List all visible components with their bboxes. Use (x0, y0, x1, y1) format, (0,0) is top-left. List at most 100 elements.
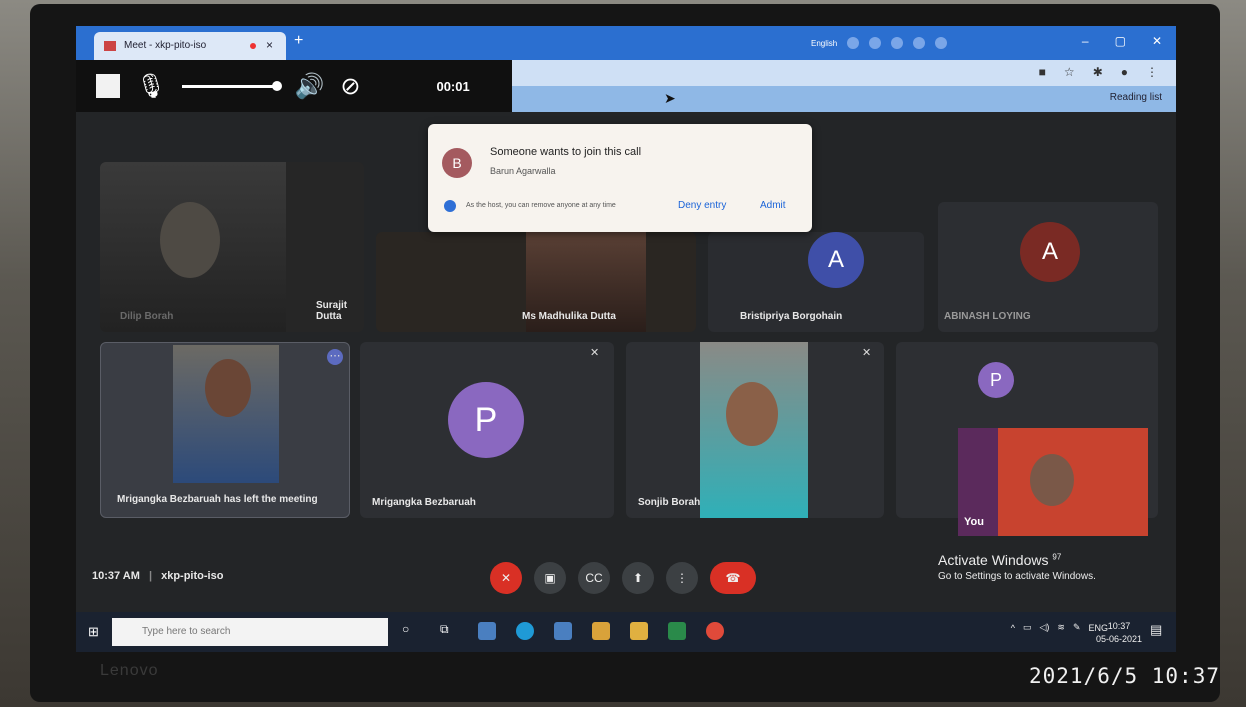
volume-slider[interactable] (182, 80, 283, 91)
extension-tray: English (811, 34, 948, 52)
participant-name: ABINASH LOYING (944, 311, 1031, 322)
extension-icon[interactable] (913, 37, 926, 49)
window-controls: – ▢ ✕ (1082, 34, 1162, 48)
new-tab-button[interactable]: + (294, 32, 303, 50)
extension-icon[interactable] (847, 37, 860, 49)
extension-icon[interactable] (935, 37, 948, 49)
taskbar-apps: ○ ⧉ (402, 622, 724, 640)
chrome-icon[interactable] (706, 622, 724, 640)
participant-name: Ms Madhulika Dutta (522, 311, 616, 322)
photo-timestamp: 2021/6/5 10:37 (1028, 664, 1220, 688)
muted-mic-icon: ✕ (862, 347, 872, 359)
edge-icon[interactable] (516, 622, 534, 640)
participant-name: Bristipriya Borgohain (740, 311, 843, 322)
profile-avatar-icon[interactable]: ● (1121, 65, 1128, 79)
language-label[interactable]: English (811, 39, 837, 48)
pen-icon[interactable]: ✎ (1073, 622, 1081, 633)
camera-off-icon[interactable]: ⊘ (340, 72, 360, 101)
extension-icon[interactable] (869, 37, 882, 49)
notification-text: Mrigangka Bezbaruah has left the meeting (117, 494, 318, 505)
participant-avatar: P (448, 382, 524, 458)
toolbar-icons: ■ ☆ ✱ ● ⋮ (1039, 65, 1158, 79)
requester-avatar: B (442, 148, 472, 178)
media-control-bar: 🎙 🔊 ⊘ 00:01 (76, 60, 512, 112)
activate-windows-title: Activate Windows 97 (938, 552, 1062, 568)
tab-title: Meet - xkp-pito-iso (124, 40, 207, 51)
volume-icon[interactable]: ◁) (1039, 622, 1049, 633)
participant-face (160, 202, 220, 278)
more-options-icon[interactable]: ⋮ (666, 562, 698, 594)
participant-tile[interactable]: ⋯ Mrigangka Bezbaruah has left the meeti… (100, 342, 350, 518)
more-menu-icon[interactable]: ⋮ (1146, 65, 1158, 79)
meeting-separator: | (148, 570, 153, 582)
extensions-puzzle-icon[interactable]: ✱ (1093, 65, 1103, 79)
present-screen-icon[interactable]: ⬆ (622, 562, 654, 594)
meeting-info: 10:37 AM | xkp-pito-iso (92, 570, 223, 582)
meet-favicon-icon (104, 41, 116, 51)
participant-name: Surajit Dutta (316, 300, 348, 322)
chevron-up-icon[interactable]: ^ (1011, 623, 1015, 633)
taskbar-clock[interactable]: 10:37 05-06-2021 (1096, 620, 1142, 646)
windows-start-icon[interactable]: ⊞ (88, 624, 104, 640)
participant-avatar: P (978, 362, 1014, 398)
close-icon[interactable]: ✕ (1152, 34, 1162, 48)
deny-entry-button[interactable]: Deny entry (678, 200, 726, 211)
brand-logo: Lenovo (100, 662, 159, 679)
activate-windows-subtitle: Go to Settings to activate Windows. (938, 571, 1096, 582)
requester-name: Barun Agarwalla (490, 166, 556, 176)
notification-badge: 97 (1052, 552, 1062, 562)
shield-icon (444, 200, 456, 212)
reading-list-button[interactable]: Reading list (1110, 92, 1162, 103)
mouse-pointer-icon: ➤ (664, 90, 676, 106)
recording-dot-icon (250, 43, 256, 49)
participant-face (726, 382, 778, 446)
battery-icon[interactable]: ▭ (1023, 622, 1032, 633)
host-note: As the host, you can remove anyone at an… (466, 202, 616, 209)
minimize-icon[interactable]: – (1082, 34, 1089, 48)
participant-tile[interactable]: Dilip Borah Surajit Dutta (100, 162, 364, 332)
participant-tile[interactable]: Ms Madhulika Dutta (376, 232, 696, 332)
activate-windows-watermark: Activate Windows 97 Go to Settings to ac… (938, 552, 1096, 582)
task-view-icon[interactable]: ⧉ (440, 622, 458, 640)
self-view[interactable]: You (958, 428, 1148, 536)
participant-avatar: A (1020, 222, 1080, 282)
browser-tab[interactable]: Meet - xkp-pito-iso × (94, 32, 286, 60)
meeting-code: xkp-pito-iso (161, 570, 224, 582)
call-controls: ✕ ▣ CC ⬆ ⋮ ☎ (490, 562, 756, 594)
captions-icon[interactable]: CC (578, 562, 610, 594)
notification-center-icon[interactable]: ▤ (1150, 622, 1168, 640)
clock-time: 10:37 (1107, 621, 1131, 631)
tab-close-button[interactable]: × (266, 38, 273, 52)
microphone-icon[interactable]: 🎙 (136, 72, 166, 101)
participant-avatar: A (808, 232, 864, 288)
speaking-indicator-icon: ⋯ (327, 349, 343, 365)
camera-indicator-icon[interactable]: ■ (1039, 65, 1046, 79)
participant-tile[interactable]: A ABINASH LOYING (938, 202, 1158, 332)
mail-icon[interactable] (554, 622, 572, 640)
system-tray: ^ ▭ ◁) ≋ ✎ ENG (1011, 622, 1108, 633)
self-view-face (1030, 454, 1074, 506)
speaker-icon[interactable]: 🔊 (294, 72, 324, 101)
admit-button[interactable]: Admit (760, 200, 786, 211)
bookmark-star-icon[interactable]: ☆ (1064, 65, 1075, 79)
maximize-icon[interactable]: ▢ (1115, 34, 1126, 48)
file-explorer-icon[interactable] (630, 622, 648, 640)
participant-name: Mrigangka Bezbaruah (372, 497, 476, 508)
participant-tile[interactable]: A Bristipriya Borgohain (708, 232, 924, 332)
laptop-screen: Meet - xkp-pito-iso × + English – ▢ ✕ ■ … (76, 26, 1176, 652)
cortana-icon[interactable]: ○ (402, 622, 420, 640)
wifi-icon[interactable]: ≋ (1057, 622, 1065, 633)
stop-button[interactable] (96, 74, 120, 98)
mic-off-icon[interactable]: ✕ (490, 562, 522, 594)
recording-timer: 00:01 (436, 78, 470, 94)
meeting-grid: Dilip Borah Surajit Dutta Ms Madhulika D… (76, 112, 1176, 612)
app-icon[interactable] (668, 622, 686, 640)
taskbar-search[interactable]: Type here to search (112, 618, 388, 646)
extension-icon[interactable] (891, 37, 904, 49)
camera-icon[interactable]: ▣ (534, 562, 566, 594)
store-icon[interactable] (592, 622, 610, 640)
app-icon[interactable] (478, 622, 496, 640)
participant-tile[interactable]: ✕ Sonjib Borah (626, 342, 884, 518)
participant-tile[interactable]: P ✕ Mrigangka Bezbaruah (360, 342, 614, 518)
end-call-button[interactable]: ☎ (710, 562, 756, 594)
